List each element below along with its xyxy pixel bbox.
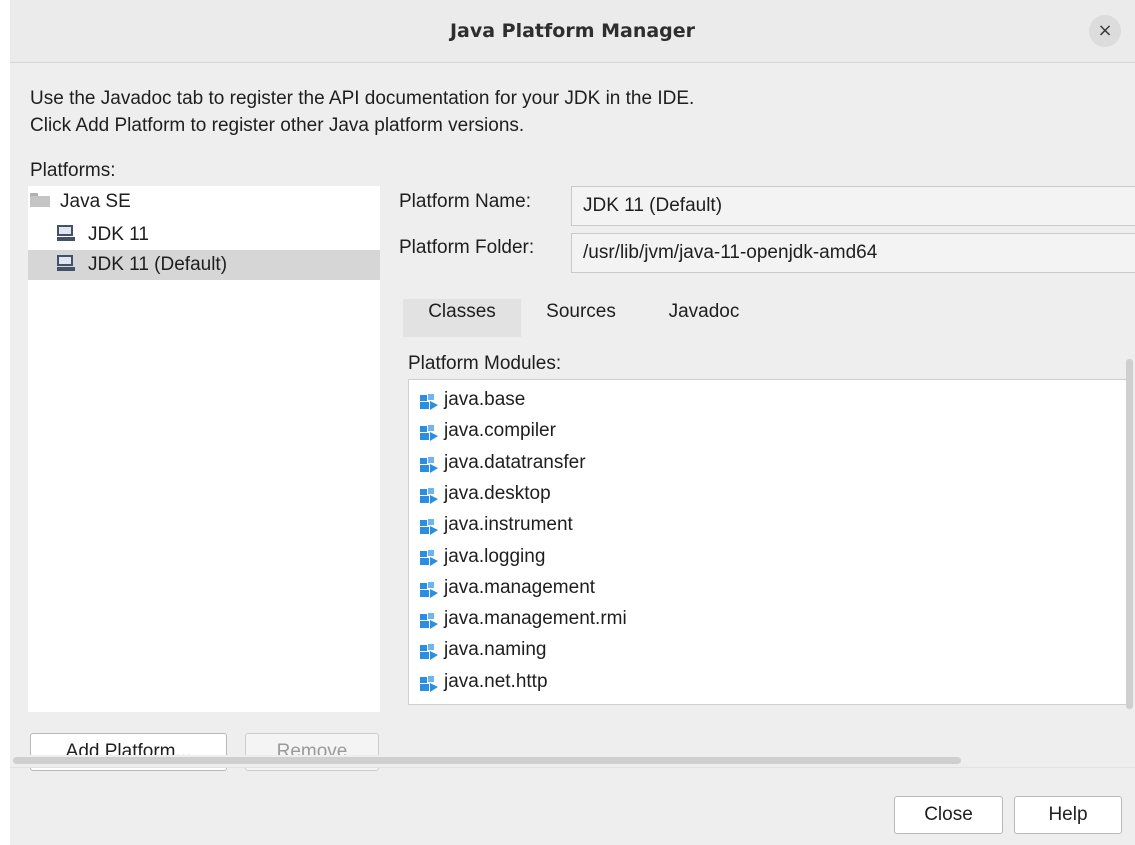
platform-modules-list[interactable]: java.base java.compiler java.datatransfer j… bbox=[408, 379, 1127, 705]
module-item[interactable]: java.logging bbox=[419, 541, 545, 572]
button-bar-divider bbox=[10, 767, 1135, 768]
folder-icon bbox=[30, 192, 50, 207]
module-label: java.desktop bbox=[444, 482, 551, 504]
module-label: java.net.http bbox=[444, 670, 548, 692]
horizontal-scrollbar[interactable] bbox=[10, 755, 1135, 767]
platforms-label: Platforms: bbox=[30, 160, 116, 181]
module-item[interactable]: java.management bbox=[419, 572, 595, 603]
tree-item-jdk-11[interactable]: JDK 11 bbox=[28, 221, 380, 249]
window-close-button[interactable]: × bbox=[1089, 15, 1121, 47]
module-icon bbox=[419, 453, 439, 473]
module-label: java.datatransfer bbox=[444, 451, 586, 473]
module-item[interactable]: java.datatransfer bbox=[419, 447, 586, 478]
module-icon bbox=[419, 578, 439, 598]
module-item[interactable]: java.net.http bbox=[419, 666, 548, 697]
module-item[interactable]: java.naming bbox=[419, 634, 546, 665]
module-item[interactable]: java.compiler bbox=[419, 415, 556, 446]
monitor-icon bbox=[57, 255, 77, 272]
intro-line-1: Use the Javadoc tab to register the API … bbox=[30, 88, 695, 109]
module-icon bbox=[419, 609, 439, 630]
tree-item-java-se[interactable]: Java SE bbox=[28, 188, 380, 216]
tree-item-jdk-11-default[interactable]: JDK 11 (Default) bbox=[28, 250, 380, 280]
module-icon bbox=[419, 672, 439, 692]
module-icon bbox=[419, 421, 439, 442]
module-label: java.management.rmi bbox=[444, 608, 627, 630]
intro-text: Use the Javadoc tab to register the API … bbox=[30, 85, 694, 139]
module-label: java.naming bbox=[444, 639, 547, 661]
platform-modules-label: Platform Modules: bbox=[408, 353, 562, 374]
module-icon bbox=[419, 546, 439, 567]
module-icon bbox=[419, 640, 439, 661]
tab-javadoc[interactable]: Javadoc bbox=[658, 299, 750, 337]
modules-panel: Platform Modules: java.base java.compiler… bbox=[399, 337, 1135, 714]
module-item[interactable]: java.base bbox=[419, 384, 525, 415]
module-icon bbox=[419, 484, 439, 504]
intro-line-2: Click Add Platform to register other Jav… bbox=[30, 115, 525, 136]
modules-vertical-scrollbar[interactable] bbox=[1126, 359, 1133, 709]
module-item[interactable]: java.management.rmi bbox=[419, 603, 627, 634]
platform-folder-field[interactable]: /usr/lib/jvm/java-11-openjdk-amd64 bbox=[571, 233, 1135, 273]
module-label: java.logging bbox=[444, 545, 546, 567]
module-icon bbox=[419, 515, 439, 536]
monitor-icon bbox=[57, 225, 77, 242]
platform-name-field[interactable]: JDK 11 (Default) bbox=[571, 186, 1135, 226]
platform-name-label: Platform Name: bbox=[399, 191, 531, 212]
window-title: Java Platform Manager bbox=[449, 20, 696, 42]
module-label: java.compiler bbox=[444, 420, 556, 442]
module-label: java.base bbox=[444, 389, 526, 410]
title-bar: Java Platform Manager × bbox=[10, 0, 1135, 63]
module-item[interactable]: java.instrument bbox=[419, 509, 573, 540]
horizontal-scrollbar-thumb[interactable] bbox=[13, 757, 961, 764]
module-label: java.management bbox=[444, 576, 596, 598]
module-icon bbox=[419, 390, 439, 410]
module-item[interactable]: java.desktop bbox=[419, 478, 551, 509]
platforms-tree[interactable]: Java SE JDK 11 JDK 11 (Default) bbox=[28, 186, 380, 712]
tab-sources[interactable]: Sources bbox=[535, 299, 627, 337]
tab-classes[interactable]: Classes bbox=[403, 299, 521, 337]
tree-item-label: JDK 11 (Default) bbox=[88, 254, 228, 275]
help-button[interactable]: Help bbox=[1014, 796, 1122, 834]
module-label: java.instrument bbox=[444, 514, 573, 536]
platform-folder-label: Platform Folder: bbox=[399, 237, 535, 258]
tree-item-label: Java SE bbox=[60, 191, 131, 212]
platform-manager-dialog: Use the Javadoc tab to register the API … bbox=[10, 63, 1135, 845]
close-button[interactable]: Close bbox=[894, 796, 1003, 834]
tree-item-label: JDK 11 bbox=[88, 224, 149, 245]
